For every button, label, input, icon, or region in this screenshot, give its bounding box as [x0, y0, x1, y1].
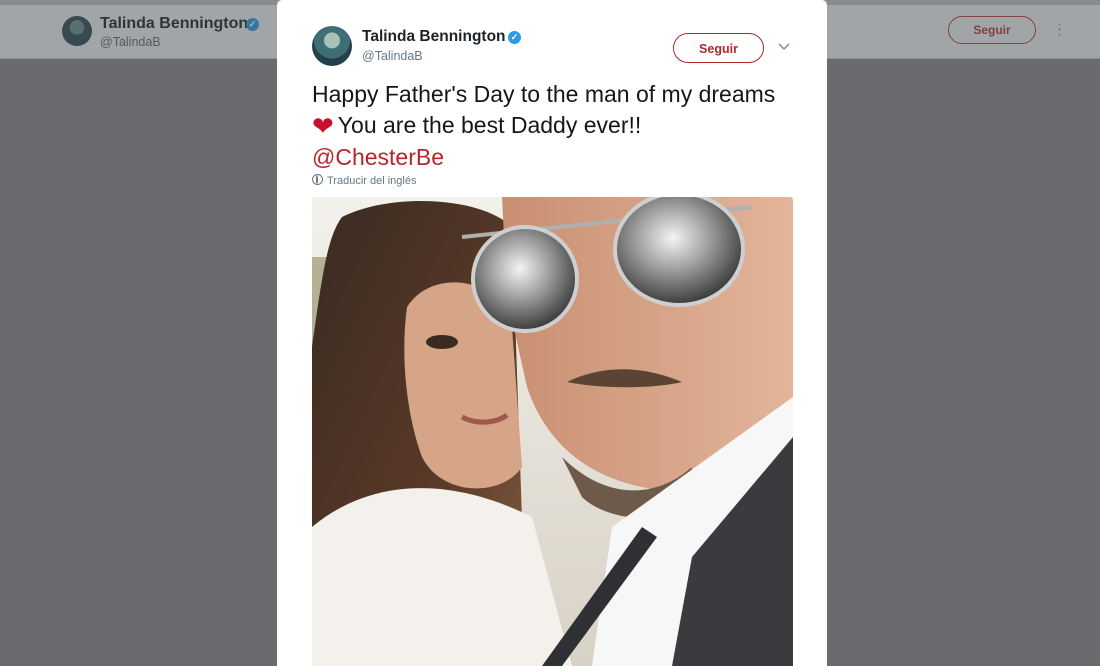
chevron-down-icon[interactable] — [778, 38, 790, 54]
photo-lens-right — [613, 197, 745, 307]
mention-link[interactable]: @ChesterBe — [312, 142, 802, 173]
follow-button[interactable]: Seguir — [673, 33, 764, 63]
tweet-text-line-2-label: You are the best Daddy ever!! — [337, 112, 642, 138]
heart-icon: ❤ — [312, 111, 334, 141]
tweet-text-line-2: ❤ You are the best Daddy ever!! — [312, 110, 802, 142]
photo-woman-eye — [426, 335, 458, 349]
translate-label: Traducir del inglés — [327, 175, 417, 187]
tweet-text-line-1: Happy Father's Day to the man of my drea… — [312, 81, 776, 107]
author-handle[interactable]: @TalindaB — [362, 49, 423, 63]
globe-icon — [312, 174, 323, 185]
tweet-modal: Talinda Bennington ✓ @TalindaB Seguir Ha… — [277, 0, 827, 666]
verified-badge-icon: ✓ — [508, 31, 521, 44]
author-avatar[interactable] — [312, 26, 352, 66]
photo-lens-left — [471, 225, 579, 333]
tweet-photo[interactable] — [312, 197, 793, 666]
author-name[interactable]: Talinda Bennington — [362, 28, 506, 46]
tweet-text: Happy Father's Day to the man of my drea… — [312, 79, 802, 173]
translate-link[interactable]: Traducir del inglés — [312, 174, 416, 187]
